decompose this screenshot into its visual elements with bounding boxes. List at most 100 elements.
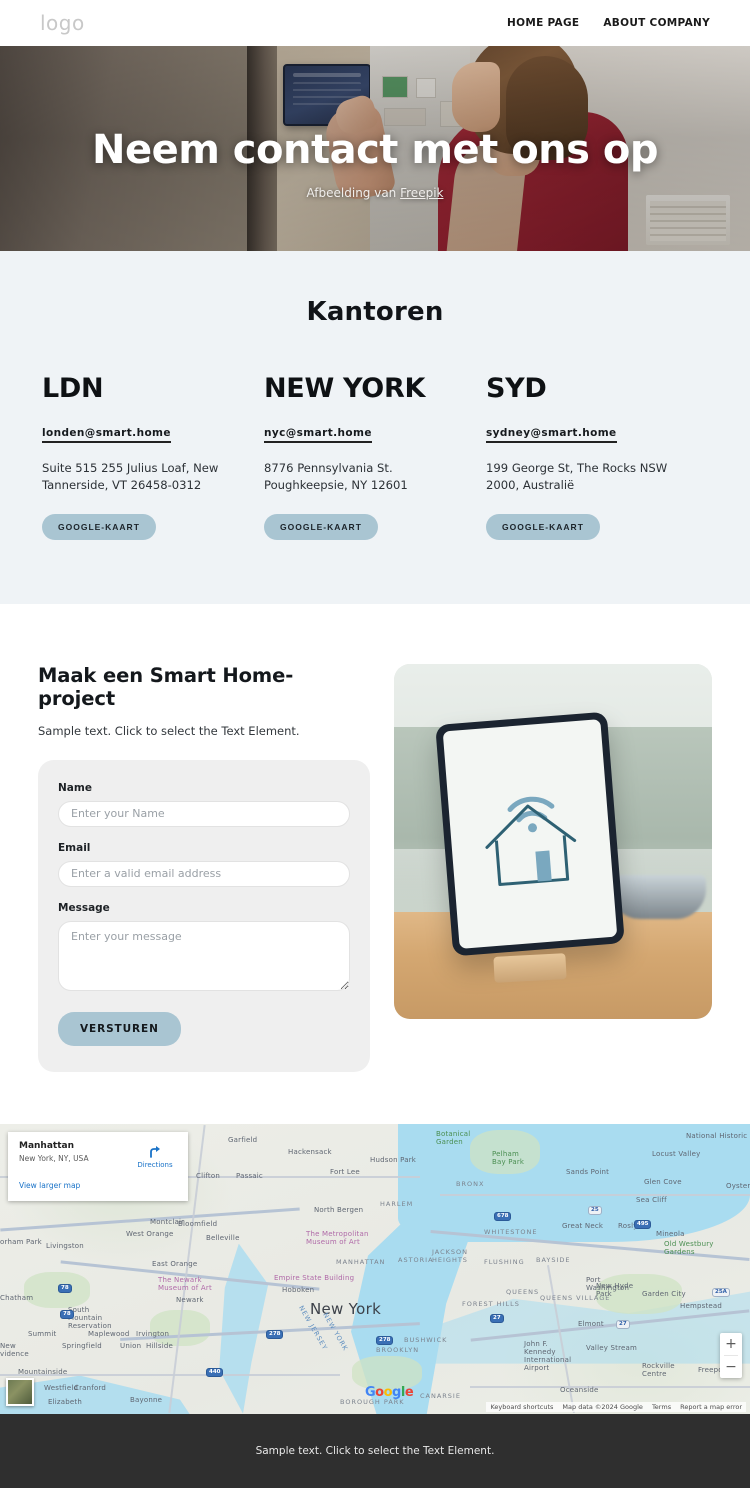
route-shield: 278 [266,1329,284,1340]
office-card-ldn: LDN londen@smart.home Suite 515 255 Juli… [42,373,264,540]
map-card-title: Manhattan [19,1140,75,1151]
keyboard-shortcuts-label[interactable]: Keyboard shortcuts [490,1403,553,1411]
route-shield: 278 [376,1335,394,1346]
site-header: logo HOME PAGE ABOUT COMPANY [0,0,750,46]
map-label: BUSHWICK [404,1335,448,1344]
map-label: East Orange [152,1259,198,1268]
map-label: BAYSIDE [536,1255,571,1264]
office-email-link[interactable]: londen@smart.home [42,427,171,443]
map-label: BRONX [456,1179,485,1188]
map-label: QUEENS VILLAGE [540,1293,611,1302]
map-label: Belleville [206,1233,240,1242]
directions-button[interactable]: Directions [132,1141,178,1192]
map-label: Union [120,1341,142,1350]
map-label: Newark [176,1295,204,1304]
map-label: Irvington [136,1329,170,1338]
zoom-in-button[interactable]: + [720,1333,742,1355]
map-info-card: Manhattan New York, NY, USA View larger … [8,1131,188,1201]
map-label: WHITESTONE [484,1227,538,1236]
map-park [24,1271,90,1308]
map-label-park: Pelham Bay Park [492,1149,525,1166]
office-email-link[interactable]: nyc@smart.home [264,427,372,443]
contact-heading: Maak een Smart Home-project [38,663,294,710]
submit-button[interactable]: VERSTUREN [58,1011,181,1046]
route-shield: 25A [712,1287,730,1298]
map-label: Bayonne [130,1395,163,1404]
smart-home-wifi-icon [485,796,577,886]
directions-icon [150,1145,160,1158]
map-label: ASTORIA [398,1255,434,1264]
map-label: Glen Cove [644,1177,682,1186]
map-label: Garfield [228,1135,258,1144]
office-city-name: LDN [42,373,104,404]
offices-section: Kantoren LDN londen@smart.home Suite 515… [0,251,750,604]
map-label: Maplewood [88,1329,130,1338]
map-label: Hillside [146,1341,174,1350]
map-label: Hempstead [680,1301,723,1310]
nav-item-about-company[interactable]: ABOUT COMPANY [603,17,710,29]
map-card-subtitle: New York, NY, USA [19,1153,89,1163]
office-address: 8776 Pennsylvania St. Poughkeepsie, NY 1… [264,461,408,492]
map-label: Cranford [74,1383,107,1392]
route-shield: 495 [634,1219,652,1230]
name-input[interactable] [58,800,350,827]
map-label: FOREST HILLS [462,1299,520,1308]
map-label: Rockville Centre [642,1361,675,1378]
map-label: Westfield [44,1383,79,1392]
map-label: Clifton [196,1171,220,1180]
report-error-link[interactable]: Report a map error [680,1403,742,1411]
map-label-poi: The Newark Museum of Art [158,1275,212,1292]
hero-credit-link[interactable]: Freepik [400,186,443,200]
email-input[interactable] [58,860,350,887]
office-address: 199 George St, The Rocks NSW 2000, Austr… [486,461,668,492]
map-label: Passaic [236,1171,263,1180]
zoom-out-button[interactable]: − [720,1356,742,1378]
office-card-new-york: NEW YORK nyc@smart.home 8776 Pennsylvani… [264,373,486,540]
satellite-view-toggle[interactable] [6,1377,34,1406]
map-label: Garden City [642,1289,686,1298]
terms-link[interactable]: Terms [652,1403,671,1411]
map-label: JACKSON HEIGHTS [432,1247,469,1264]
view-larger-map-link[interactable]: View larger map [19,1181,80,1190]
map-label: Locust Valley [652,1149,701,1158]
directions-label: Directions [137,1160,173,1169]
message-textarea[interactable] [58,920,350,991]
google-map-button[interactable]: GOOGLE-KAART [486,513,600,540]
office-email-link[interactable]: sydney@smart.home [486,427,617,443]
map-label: Oyster [726,1181,750,1190]
map-label: Springfield [62,1341,102,1350]
google-map-button[interactable]: GOOGLE-KAART [264,513,378,540]
route-shield: 78 [60,1309,74,1320]
map-label: Livingston [46,1241,84,1250]
office-city-name: NEW YORK [264,373,426,404]
map-label: John F. Kennedy International Airport [524,1339,572,1372]
site-logo[interactable]: logo [40,11,85,35]
map-label: orham Park [0,1237,42,1246]
map-label: CANARSIE [420,1391,461,1400]
office-city-name: SYD [486,373,547,404]
map-label: North Bergen [314,1205,364,1214]
map-data-label: Map data ©2024 Google [562,1402,643,1411]
google-map-embed[interactable]: New York Fairfield Garfield Hackensack B… [0,1123,750,1414]
contact-form: Name Email Message VERSTUREN [38,759,370,1072]
smart-home-tablet-photo [394,663,712,1019]
route-shield: 27 [616,1319,630,1330]
map-label: Chatham [0,1293,34,1302]
map-label: Hoboken [282,1285,315,1294]
map-label: Hackensack [288,1147,332,1156]
contact-form-column: Maak een Smart Home-project Sample text.… [38,664,370,1072]
map-attribution: Keyboard shortcuts Map data ©2024 Google… [486,1401,746,1412]
google-map-button[interactable]: GOOGLE-KAART [42,513,156,540]
offices-grid: LDN londen@smart.home Suite 515 255 Juli… [0,373,750,540]
map-zoom-controls: + − [720,1332,742,1378]
map-label-poi: The Metropolitan Museum of Art [306,1229,369,1246]
route-shield: 25 [588,1205,602,1216]
map-label: New vidence [0,1341,29,1358]
map-label: QUEENS [506,1287,540,1296]
map-label: Sea Cliff [636,1195,667,1204]
map-label: Elizabeth [48,1397,83,1406]
hero-title: Neem contact met ons op [91,126,659,173]
map-label: West Orange [126,1229,174,1238]
route-shield: 678 [494,1211,512,1222]
nav-item-home-page[interactable]: HOME PAGE [507,17,579,29]
